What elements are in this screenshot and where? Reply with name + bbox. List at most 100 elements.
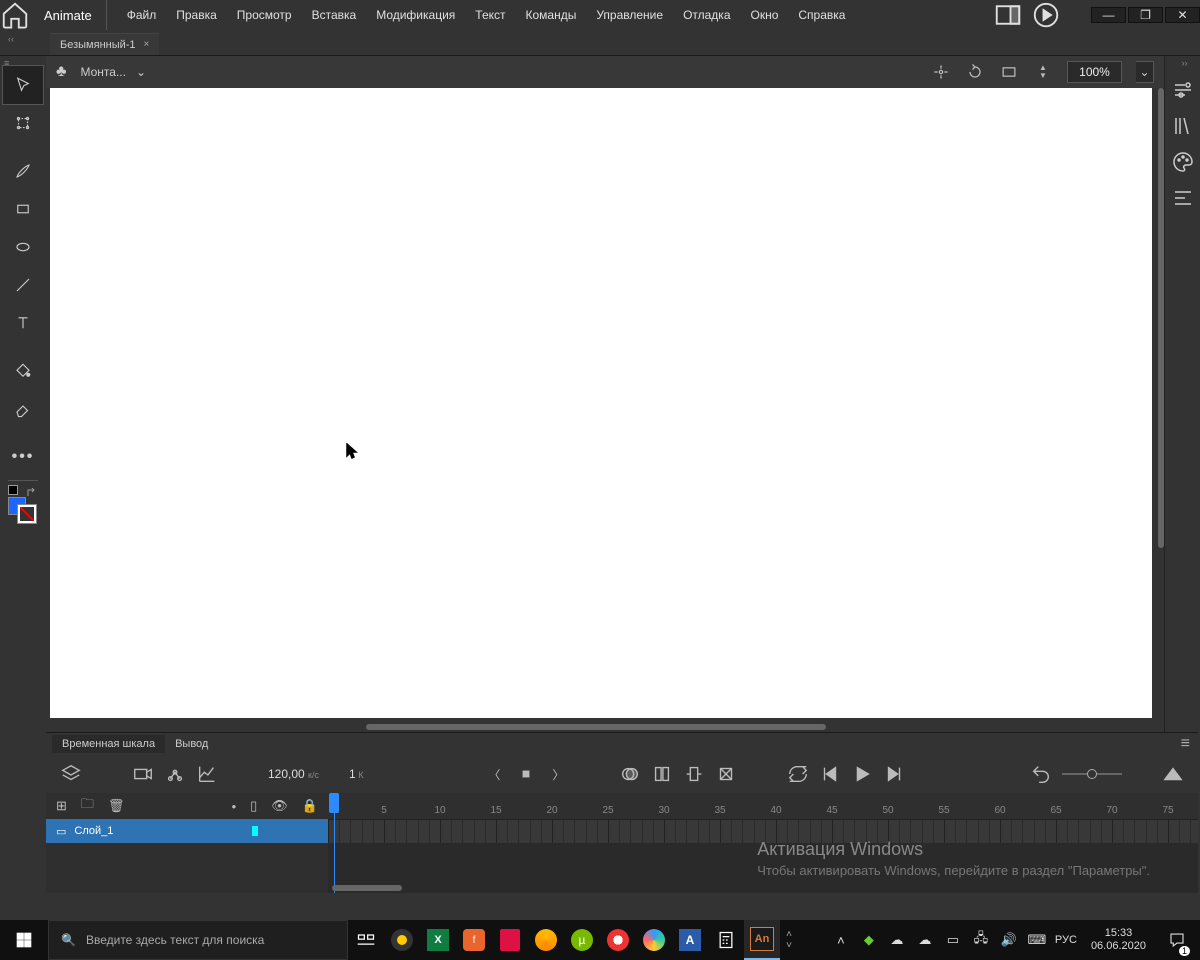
scene-icon[interactable]: ♣ <box>56 63 67 81</box>
maximize-button[interactable]: ❐ <box>1128 7 1163 23</box>
zoom-stepper-icon[interactable]: ▲▼ <box>1033 62 1053 82</box>
tray-language[interactable]: РУС <box>1055 934 1077 946</box>
layer-row[interactable]: ▭ Слой_1 <box>46 819 328 843</box>
step-back-icon[interactable] <box>819 763 841 785</box>
highlight-icon[interactable]: • <box>232 799 237 814</box>
home-icon[interactable] <box>0 0 30 30</box>
camera-icon[interactable] <box>132 763 154 785</box>
next-icon[interactable]: 〉 <box>547 763 569 785</box>
layers-icon[interactable] <box>60 763 82 785</box>
vertical-scrollbar[interactable] <box>1158 88 1164 548</box>
action-center-icon[interactable]: 1 <box>1160 920 1194 960</box>
start-button[interactable] <box>0 920 48 960</box>
menu-edit[interactable]: Правка <box>166 0 227 30</box>
brush-tool[interactable] <box>3 152 43 190</box>
taskbar-search[interactable]: 🔍 Введите здесь текст для поиска <box>48 920 348 960</box>
horizontal-scrollbar[interactable] <box>366 724 826 730</box>
document-tab-close-icon[interactable]: × <box>144 39 150 50</box>
timeline-frames[interactable]: 151015202530354045505560657075 <box>328 793 1198 893</box>
taskbar-app-calculator[interactable] <box>708 920 744 960</box>
graph-icon[interactable] <box>196 763 218 785</box>
eraser-tool[interactable] <box>3 390 43 428</box>
menu-file[interactable]: Файл <box>117 0 167 30</box>
timeline-scrollbar[interactable] <box>332 885 402 891</box>
delete-layer-icon[interactable]: 🗑 <box>108 798 125 814</box>
scene-dropdown[interactable]: Монта... ⌄ <box>81 65 147 79</box>
menu-commands[interactable]: Команды <box>516 0 587 30</box>
timeline-ruler[interactable]: 151015202530354045505560657075 <box>328 793 1198 819</box>
zoom-dropdown-icon[interactable]: ⌄ <box>1136 61 1154 83</box>
prev-icon[interactable]: 〈 <box>483 763 505 785</box>
visibility-icon[interactable]: 👁 <box>271 798 288 814</box>
edit-multiple-icon[interactable] <box>651 763 673 785</box>
fps-display[interactable]: 120,00 к/с <box>268 767 319 781</box>
clip-content-icon[interactable] <box>999 62 1019 82</box>
menu-window[interactable]: Окно <box>741 0 789 30</box>
menu-insert[interactable]: Вставка <box>302 0 367 30</box>
align-panel-icon[interactable] <box>1171 186 1195 210</box>
taskbar-app-freemake[interactable]: f <box>456 920 492 960</box>
taskbar-app-avast[interactable]: A <box>672 920 708 960</box>
tab-timeline[interactable]: Временная шкала <box>52 735 165 753</box>
tab-output[interactable]: Вывод <box>165 735 218 753</box>
tray-volume-icon[interactable]: 🔊 <box>999 932 1019 948</box>
zoom-value[interactable]: 100% <box>1067 61 1122 83</box>
stroke-color-swatch[interactable] <box>18 505 36 523</box>
timeline-zoom-icon[interactable] <box>1162 763 1184 785</box>
menu-debug[interactable]: Отладка <box>673 0 740 30</box>
step-fwd-icon[interactable] <box>883 763 905 785</box>
layer-depth-icon[interactable] <box>164 763 186 785</box>
tools-collapse-icon[interactable]: ‹‹ <box>4 34 14 42</box>
text-tool[interactable] <box>3 304 43 342</box>
tray-shield-icon[interactable]: ◆ <box>859 932 879 948</box>
undo-icon[interactable] <box>1030 763 1052 785</box>
rotate-stage-icon[interactable] <box>965 62 985 82</box>
tools-handle-icon[interactable]: ≡ <box>0 58 9 66</box>
onion-skin-icon[interactable] <box>619 763 641 785</box>
taskbar-app-opera[interactable] <box>600 920 636 960</box>
new-layer-icon[interactable]: ⊞ <box>56 798 67 814</box>
workspace-layout-icon[interactable] <box>993 0 1023 30</box>
lock-icon[interactable]: 🔒 <box>302 798 318 814</box>
onion-range-slider[interactable] <box>1062 773 1122 775</box>
properties-panel-icon[interactable] <box>1171 78 1195 102</box>
new-folder-icon[interactable]: 🗀 <box>81 795 94 817</box>
selection-tool[interactable] <box>3 66 43 104</box>
right-collapse-icon[interactable]: ›› <box>1178 58 1188 66</box>
close-button[interactable]: ✕ <box>1165 7 1200 23</box>
panel-menu-icon[interactable]: ≡ <box>1173 735 1198 753</box>
tray-network-icon[interactable]: 🖧 <box>971 929 991 951</box>
default-colors-icon[interactable] <box>26 485 38 495</box>
free-transform-tool[interactable] <box>3 104 43 142</box>
marker2-icon[interactable] <box>715 763 737 785</box>
taskbar-app-db[interactable] <box>492 920 528 960</box>
outline-icon[interactable]: ▯ <box>250 798 257 814</box>
menu-modify[interactable]: Модификация <box>366 0 465 30</box>
menu-view[interactable]: Просмотр <box>227 0 302 30</box>
taskbar-app-animate[interactable]: An <box>744 920 780 960</box>
paint-bucket-tool[interactable] <box>3 352 43 390</box>
taskbar-app-excel[interactable]: X <box>420 920 456 960</box>
library-panel-icon[interactable] <box>1171 114 1195 138</box>
tray-clock[interactable]: 15:33 06.06.2020 <box>1085 927 1152 953</box>
play-preview-icon[interactable] <box>1031 0 1061 30</box>
rectangle-tool[interactable] <box>3 190 43 228</box>
marker1-icon[interactable] <box>683 763 705 785</box>
frames-row[interactable] <box>328 819 1198 843</box>
stage-canvas[interactable] <box>50 88 1152 718</box>
frame-display[interactable]: 1 К <box>349 767 363 781</box>
tray-desktops-icon[interactable]: ▭ <box>943 932 963 948</box>
taskbar-app-paint[interactable] <box>636 920 672 960</box>
menu-help[interactable]: Справка <box>788 0 855 30</box>
more-tools-icon[interactable]: ••• <box>3 438 43 476</box>
loop-icon[interactable] <box>787 763 809 785</box>
tray-cloud-icon[interactable]: ☁ <box>915 932 935 948</box>
keyframe-nav-icon[interactable] <box>515 763 537 785</box>
stage-center-icon[interactable] <box>931 62 951 82</box>
stroke-fill-swatches[interactable] <box>8 485 38 519</box>
taskbar-app-yandex[interactable] <box>384 920 420 960</box>
play-icon[interactable] <box>851 763 873 785</box>
taskbar-app-canary[interactable] <box>528 920 564 960</box>
taskbar-show-hidden-icon[interactable]: ˄˅ <box>780 920 798 960</box>
menu-text[interactable]: Текст <box>465 0 515 30</box>
